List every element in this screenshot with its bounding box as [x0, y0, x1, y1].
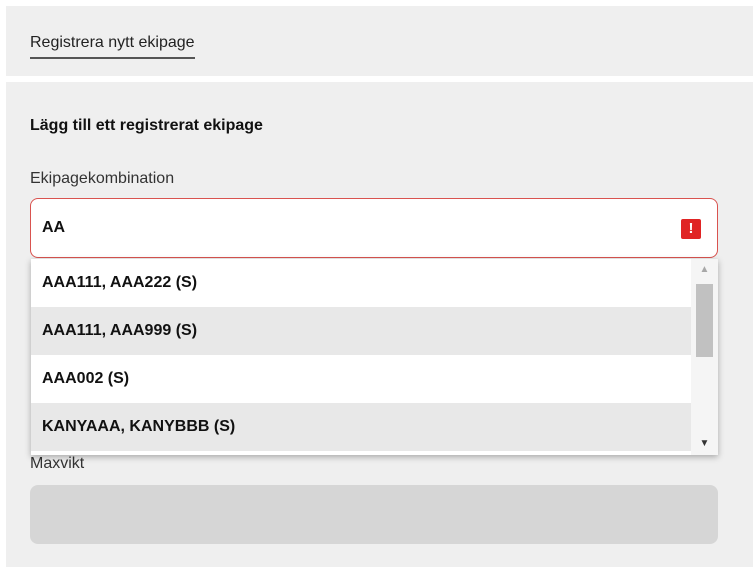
- tab-register-new-equipage[interactable]: Registrera nytt ekipage: [30, 34, 195, 59]
- triangle-down-icon[interactable]: ▼: [691, 433, 718, 455]
- scrollbar-thumb[interactable]: [696, 284, 713, 357]
- combination-label: Ekipagekombination: [30, 170, 175, 187]
- dropdown-option[interactable]: AAA111, AAA999 (S): [31, 307, 691, 355]
- maxvikt-field: [30, 485, 718, 544]
- triangle-up-icon[interactable]: ▲: [691, 259, 718, 281]
- combination-dropdown: AAA111, AAA222 (S) AAA111, AAA999 (S) AA…: [31, 259, 718, 455]
- maxvikt-label: Maxvikt: [30, 455, 85, 472]
- section-heading: Lägg till ett registrerat ekipage: [30, 117, 263, 134]
- exclamation-icon: !: [681, 219, 701, 239]
- dropdown-option[interactable]: KANYAAA, KANYBBB (S): [31, 403, 691, 451]
- combination-combobox[interactable]: !: [30, 198, 718, 258]
- option-list: AAA111, AAA222 (S) AAA111, AAA999 (S) AA…: [31, 259, 691, 455]
- tab-bar: Registrera nytt ekipage: [6, 6, 753, 76]
- dropdown-option[interactable]: AAA111, AAA222 (S): [31, 259, 691, 307]
- combination-input[interactable]: [31, 199, 717, 257]
- dropdown-option[interactable]: AAA002 (S): [31, 355, 691, 403]
- dropdown-scrollbar[interactable]: ▲ ▼: [691, 259, 718, 455]
